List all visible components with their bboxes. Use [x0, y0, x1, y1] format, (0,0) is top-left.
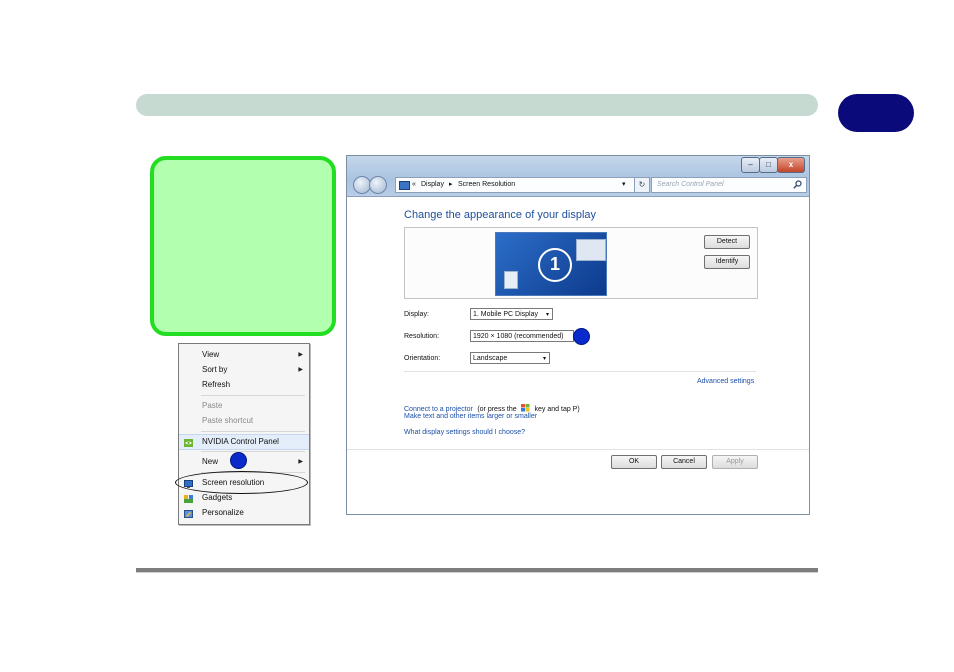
breadcrumb-separator: ▸ [449, 181, 453, 188]
window-content: Change the appearance of your display 1 … [347, 197, 809, 514]
chevron-down-icon: ▾ [542, 356, 546, 362]
projector-line: Connect to a projector (or press the key… [404, 398, 580, 413]
callout-marker [573, 328, 590, 345]
breadcrumb-chevron: « [412, 181, 416, 188]
refresh-icon[interactable]: ↻ [634, 177, 650, 193]
address-dropdown-icon[interactable]: ▾ [622, 178, 626, 192]
footer-rule [136, 568, 818, 573]
ok-button[interactable]: OK [611, 455, 657, 469]
projector-hint-text-2: key and tap P) [534, 406, 580, 413]
menu-item-label: New [202, 457, 219, 466]
menu-item-paste: Paste [179, 399, 309, 413]
preview-gadget-thumb [504, 271, 518, 289]
cancel-button[interactable]: Cancel [661, 455, 707, 469]
search-icon [793, 180, 802, 195]
display-value: 1. Mobile PC Display [473, 311, 538, 318]
desktop-context-menu: View ▶ Sort by ▶ Refresh Paste Paste sho… [178, 343, 310, 525]
apply-button[interactable]: Apply [712, 455, 758, 469]
menu-item-refresh[interactable]: Refresh [179, 378, 309, 392]
resolution-select[interactable]: 1920 × 1080 (recommended) [470, 330, 574, 342]
preview-window-thumb [576, 239, 606, 261]
minimize-button[interactable]: – [741, 157, 760, 173]
personalize-icon [184, 509, 193, 518]
footer-divider [347, 449, 809, 450]
identify-button[interactable]: Identify [704, 255, 750, 269]
menu-separator [201, 451, 305, 452]
resolution-value: 1920 × 1080 (recommended) [473, 333, 564, 340]
menu-item-sort-by[interactable]: Sort by ▶ [179, 363, 309, 377]
orientation-label: Orientation: [404, 355, 441, 362]
display-label: Display: [404, 311, 429, 318]
close-button[interactable]: x [777, 157, 805, 173]
nvidia-icon [184, 438, 193, 447]
forward-button[interactable] [369, 176, 387, 194]
window-controls: – □ x [741, 157, 805, 173]
display-settings-help-link[interactable]: What display settings should I choose? [404, 429, 525, 436]
display-select[interactable]: 1. Mobile PC Display ▾ [470, 308, 553, 320]
address-bar[interactable]: « Display ▸ Screen Resolution ▾ [395, 177, 637, 193]
highlight-oval [175, 471, 308, 494]
gadgets-icon [184, 494, 193, 503]
menu-item-label: Personalize [202, 508, 244, 517]
resolution-label: Resolution: [404, 333, 440, 340]
submenu-arrow-icon: ▶ [298, 459, 303, 465]
page-header-bar [136, 94, 818, 116]
submenu-arrow-icon: ▶ [298, 367, 303, 373]
search-placeholder: Search Control Panel [657, 181, 724, 188]
menu-item-nvidia-control-panel[interactable]: NVIDIA Control Panel [179, 434, 309, 450]
connect-projector-link[interactable]: Connect to a projector [404, 406, 473, 413]
control-panel-icon [399, 181, 410, 190]
projector-hint-text: (or press the [477, 406, 517, 413]
detect-button[interactable]: Detect [704, 235, 750, 249]
advanced-settings-link[interactable]: Advanced settings [697, 378, 754, 385]
search-input[interactable]: Search Control Panel [651, 177, 807, 193]
callout-box [150, 156, 336, 336]
page-heading: Change the appearance of your display [404, 209, 597, 221]
title-bar: – □ x « Display ▸ Screen Resolution ▾ ↻ … [347, 156, 809, 197]
breadcrumb-display[interactable]: Display [421, 178, 444, 192]
orientation-select[interactable]: Landscape ▾ [470, 352, 550, 364]
screen-resolution-window: – □ x « Display ▸ Screen Resolution ▾ ↻ … [346, 155, 810, 515]
maximize-button[interactable]: □ [759, 157, 778, 173]
monitor-number: 1 [538, 248, 572, 282]
monitor-thumbnail[interactable]: 1 [495, 232, 607, 296]
menu-item-label: View [202, 350, 220, 359]
menu-item-paste-shortcut: Paste shortcut [179, 414, 309, 428]
menu-separator [201, 431, 305, 432]
chapter-tab [838, 94, 914, 132]
menu-item-label: Paste shortcut [202, 416, 254, 425]
text-size-link[interactable]: Make text and other items larger or smal… [404, 413, 537, 420]
menu-separator [201, 395, 305, 396]
menu-item-label: Paste [202, 401, 223, 410]
submenu-arrow-icon: ▶ [298, 352, 303, 358]
orientation-value: Landscape [473, 355, 508, 362]
menu-item-label: NVIDIA Control Panel [202, 437, 279, 446]
chevron-down-icon: ▾ [545, 312, 549, 318]
menu-item-label: Sort by [202, 365, 228, 374]
display-preview: 1 Detect Identify [404, 227, 758, 299]
menu-item-label: Refresh [202, 380, 231, 389]
callout-marker [230, 452, 247, 469]
menu-item-personalize[interactable]: Personalize [179, 506, 309, 520]
breadcrumb-screen-resolution[interactable]: Screen Resolution [458, 178, 515, 192]
menu-item-view[interactable]: View ▶ [179, 348, 309, 362]
section-divider [404, 371, 756, 372]
